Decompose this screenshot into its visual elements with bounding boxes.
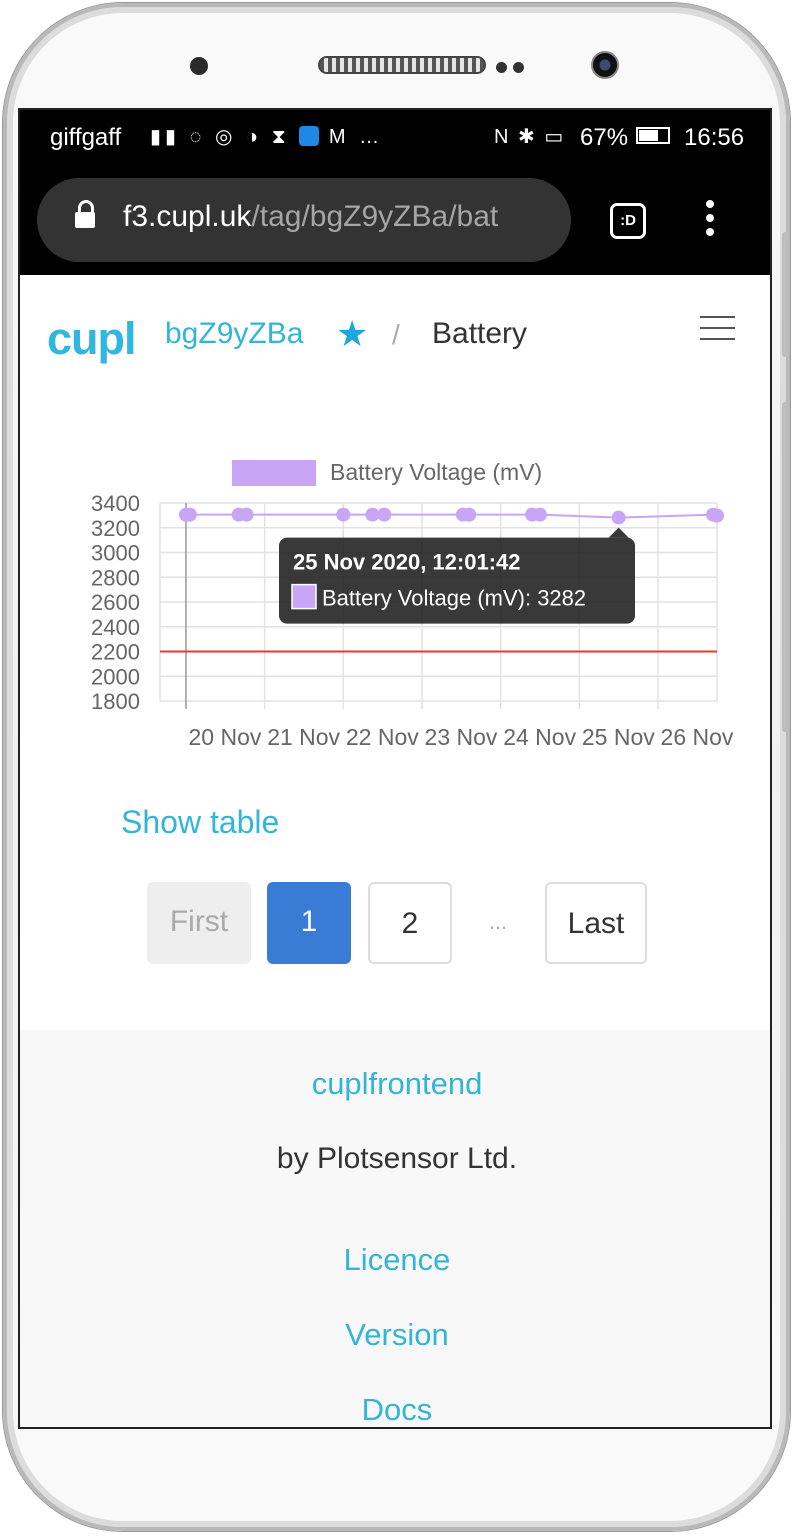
vpn-icon: ◎	[215, 126, 237, 148]
vibrate-icon: ▭	[544, 126, 566, 148]
x-tick-label: 25 Nov	[582, 724, 655, 750]
star-icon[interactable]: ★	[336, 313, 368, 355]
y-tick-label: 2800	[91, 565, 140, 590]
series-line	[185, 513, 718, 519]
url-text[interactable]: f3.cupl.uk/tag/bgZ9yZBa/bat	[123, 200, 498, 234]
y-tick-label: 1800	[91, 689, 140, 714]
data-point	[611, 510, 626, 525]
mail-icon: M	[328, 126, 350, 148]
contrast-icon: ◑	[246, 126, 263, 148]
clock: 16:56	[684, 124, 745, 151]
data-point	[336, 507, 351, 522]
hourglass-icon: ⧗	[271, 126, 290, 148]
y-tick-label: 2200	[91, 640, 140, 665]
pagination-ellipsis: ...	[488, 909, 508, 934]
breadcrumb-separator: /	[392, 319, 400, 350]
browser-menu-icon[interactable]	[706, 200, 716, 240]
y-tick-label: 2600	[91, 590, 140, 615]
pagination: First 1 2 ... Last	[20, 882, 770, 966]
hamburger-menu-icon[interactable]	[700, 316, 735, 349]
nfc-icon: N	[494, 126, 511, 148]
chart-legend: Battery Voltage (mV)	[232, 459, 542, 486]
browser-toolbar: f3.cupl.uk/tag/bgZ9yZBa/bat :D	[20, 166, 770, 275]
page-1-button[interactable]: 1	[267, 882, 351, 964]
chart-tooltip: 25 Nov 2020, 12:01:42 Battery Voltage (mV…	[279, 527, 635, 624]
signal-icon: ▮▮	[150, 126, 181, 148]
legend-label: Battery Voltage (mV)	[330, 459, 542, 485]
tab-switcher-button[interactable]: :D	[610, 203, 646, 239]
data-point	[239, 507, 254, 522]
x-tick-label: 23 Nov	[425, 724, 498, 750]
chart-series	[178, 507, 724, 525]
y-tick-label: 2000	[91, 664, 140, 689]
x-tick-label: 24 Nov	[503, 724, 576, 750]
last-page-button[interactable]: Last	[545, 882, 647, 964]
footer-title-link[interactable]: cuplfrontend	[20, 1066, 770, 1102]
data-point	[462, 507, 477, 522]
proximity-sensor	[190, 57, 208, 75]
tooltip-label: Battery Voltage (mV): 3282	[322, 586, 586, 611]
y-tick-label: 3000	[91, 541, 140, 566]
data-point	[182, 507, 197, 522]
data-point	[377, 507, 392, 522]
more-notifications-icon: …	[359, 126, 384, 148]
x-tick-label: 21 Nov	[267, 724, 340, 750]
x-tick-label: 20 Nov	[189, 724, 262, 750]
status-bar: giffgaff ▮▮ ◌ ◎ ◑ ⧗ M … N ✱ ▭ 67% 16:56	[20, 110, 770, 166]
x-tick-label: 26 Nov	[661, 724, 734, 750]
y-tick-label: 3400	[91, 491, 140, 516]
front-camera-icon	[591, 51, 619, 79]
legend-swatch	[232, 460, 316, 486]
first-page-button[interactable]: First	[147, 882, 251, 964]
notification-icons: ▮▮ ◌ ◎ ◑ ⧗ M …	[150, 124, 383, 149]
licence-link[interactable]: Licence	[20, 1242, 770, 1278]
page-navbar: cupl bgZ9yZBa ★ / Battery	[20, 275, 770, 395]
data-point	[710, 508, 724, 523]
bluetooth-icon: ✱	[518, 126, 537, 148]
breadcrumb-tag-link[interactable]: bgZ9yZBa	[165, 317, 303, 351]
battery-chart: Battery Voltage (mV) 3400 3200 3000 2800 260…	[20, 450, 770, 760]
version-link[interactable]: Version	[20, 1317, 770, 1353]
cupl-logo[interactable]: cupl	[47, 313, 137, 365]
earpiece-speaker	[318, 56, 486, 74]
sensor-dots	[496, 60, 536, 73]
data-point	[532, 507, 547, 522]
power-button	[782, 402, 788, 732]
footer-byline: by Plotsensor Ltd.	[276, 1142, 518, 1175]
carrier-name: giffgaff	[50, 124, 122, 151]
wifi-icon: ◌	[189, 126, 206, 148]
phone-screen: giffgaff ▮▮ ◌ ◎ ◑ ⧗ M … N ✱ ▭ 67% 16:56 …	[18, 108, 772, 1429]
breadcrumb-current: Battery	[432, 317, 528, 350]
tooltip-caret	[608, 527, 629, 538]
y-axis-ticks: 340032003000280026002400220020001800	[91, 491, 140, 714]
chart-svg: Battery Voltage (mV) 3400320030002800260…	[91, 459, 734, 750]
lock-icon	[75, 200, 95, 230]
show-table-link[interactable]: Show table	[121, 804, 279, 841]
address-bar[interactable]: f3.cupl.uk/tag/bgZ9yZBa/bat	[37, 178, 571, 262]
docs-link[interactable]: Docs	[20, 1392, 770, 1427]
volume-button	[782, 232, 788, 357]
x-axis-ticks: 20 Nov 21 Nov 22 Nov 23 Nov 24 Nov 25 Nov 26 N…	[189, 724, 734, 750]
page-footer: cuplfrontend by Plotsensor Ltd. Licence …	[20, 1030, 770, 1427]
system-icons: N ✱ ▭	[494, 124, 565, 149]
x-tick-label: 22 Nov	[346, 724, 419, 750]
battery-percent: 67%	[580, 124, 629, 151]
tooltip-swatch	[291, 583, 317, 610]
tooltip-title: 25 Nov 2020, 12:01:42	[293, 550, 521, 575]
battery-icon	[636, 127, 670, 144]
y-tick-label: 3200	[91, 516, 140, 541]
page-2-button[interactable]: 2	[368, 882, 452, 964]
shield-icon	[299, 126, 320, 146]
y-tick-label: 2400	[91, 615, 140, 640]
